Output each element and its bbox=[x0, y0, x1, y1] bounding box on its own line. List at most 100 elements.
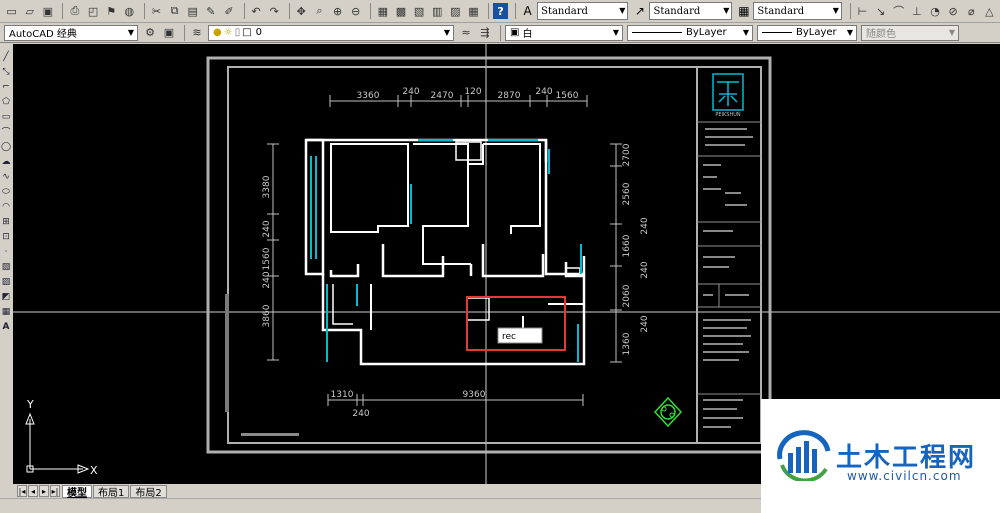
table-style-select[interactable]: Standard ▼ bbox=[753, 2, 842, 20]
multiline-text-icon[interactable]: A bbox=[0, 320, 12, 333]
sheet-set-icon[interactable]: ▥ bbox=[430, 3, 445, 19]
spline-icon[interactable]: ∿ bbox=[0, 170, 12, 183]
lineweight-select[interactable]: ByLayer ▼ bbox=[757, 24, 857, 41]
jogged-icon[interactable]: ⊘ bbox=[946, 3, 961, 19]
dim-text: 2700 bbox=[622, 143, 632, 166]
right-dimension-chain: 2700 2560 240 1660 240 2060 240 1360 bbox=[610, 143, 650, 363]
zoom-window-icon[interactable]: ⊕ bbox=[330, 3, 345, 19]
design-center-icon[interactable]: ▩ bbox=[393, 3, 408, 19]
paste-icon[interactable]: ▤ bbox=[185, 3, 200, 19]
help-icon[interactable]: ? bbox=[493, 3, 509, 19]
radius-icon[interactable]: ◔ bbox=[927, 3, 942, 19]
make-block-icon[interactable]: ⊡ bbox=[0, 230, 12, 243]
polyline-icon[interactable]: ⌐ bbox=[0, 80, 12, 93]
dim-text: 1310 bbox=[331, 390, 354, 400]
zoom-previous-icon[interactable]: ⊖ bbox=[348, 3, 363, 19]
chevron-down-icon: ▼ bbox=[948, 27, 955, 37]
arc-icon[interactable]: ⌒ bbox=[0, 125, 12, 138]
preview-icon[interactable]: ◰ bbox=[86, 3, 101, 19]
revision-cloud-icon[interactable]: ☁ bbox=[0, 155, 12, 168]
separator bbox=[243, 3, 245, 19]
pan-icon[interactable]: ✥ bbox=[294, 3, 309, 19]
match-properties-icon[interactable]: ✎ bbox=[203, 3, 218, 19]
tab-layout1[interactable]: 布局1 bbox=[93, 484, 130, 499]
calculator-icon[interactable]: ▦ bbox=[466, 3, 481, 19]
tab-layout2[interactable]: 布局2 bbox=[130, 484, 167, 499]
linetype-select[interactable]: ByLayer ▼ bbox=[627, 24, 753, 41]
dim-text: 240 bbox=[352, 409, 369, 419]
layer-select[interactable]: ● ☼ ▯ □ 0 ▼ bbox=[208, 24, 454, 41]
cut-icon[interactable]: ✂ bbox=[149, 3, 164, 19]
save-icon[interactable]: ▣ bbox=[40, 3, 55, 19]
first-tab-button[interactable]: |◂ bbox=[17, 485, 27, 497]
watermark-url: www.civilcn.com bbox=[847, 469, 962, 483]
workspace-save-icon[interactable]: ▣ bbox=[161, 25, 177, 41]
angular-icon[interactable]: △ bbox=[982, 3, 997, 19]
separator bbox=[288, 3, 290, 19]
circle-icon[interactable]: ◯ bbox=[0, 140, 12, 153]
open-file-icon[interactable]: ▱ bbox=[22, 3, 37, 19]
text-style-select[interactable]: Standard ▼ bbox=[537, 2, 629, 20]
gradient-icon[interactable]: ▨ bbox=[0, 275, 12, 288]
polygon-icon[interactable]: ⬠ bbox=[0, 95, 12, 108]
dim-style-icon[interactable]: ↗ bbox=[632, 3, 647, 19]
text-style-icon[interactable]: A bbox=[520, 3, 535, 19]
tab-model[interactable]: 模型 bbox=[62, 484, 92, 499]
point-icon[interactable]: · bbox=[0, 245, 12, 258]
layer-manager-icon[interactable]: ≋ bbox=[189, 25, 205, 41]
dim-text: 1360 bbox=[622, 332, 632, 355]
last-tab-button[interactable]: ▸| bbox=[50, 485, 60, 497]
web-icon[interactable]: ◍ bbox=[122, 3, 137, 19]
table-icon[interactable]: ▦ bbox=[0, 305, 12, 318]
zoom-realtime-icon[interactable]: ⌕ bbox=[312, 3, 327, 19]
dim-text: 240 bbox=[262, 220, 272, 237]
hatch-icon[interactable]: ▧ bbox=[0, 260, 12, 273]
undo-icon[interactable]: ↶ bbox=[249, 3, 264, 19]
block-editor-icon[interactable]: ✐ bbox=[221, 3, 236, 19]
dimension-style-select[interactable]: Standard ▼ bbox=[649, 2, 733, 20]
color-select[interactable]: ▣ 白 ▼ bbox=[505, 24, 623, 41]
markup-icon[interactable]: ▨ bbox=[448, 3, 463, 19]
tb-text bbox=[725, 294, 749, 296]
ellipse-arc-icon[interactable]: ◠ bbox=[0, 200, 12, 213]
tb-text bbox=[703, 359, 739, 361]
print-icon[interactable]: ⎙ bbox=[67, 3, 82, 19]
title-block-brand: PEIKSHUN bbox=[715, 112, 741, 118]
redo-icon[interactable]: ↷ bbox=[267, 3, 282, 19]
chevron-down-icon: ▼ bbox=[742, 27, 749, 37]
next-tab-button[interactable]: ▸ bbox=[39, 485, 49, 497]
construction-line-icon[interactable]: ⤡ bbox=[0, 65, 12, 78]
table-style-icon[interactable]: ▦ bbox=[736, 3, 751, 19]
dim-text: 9360 bbox=[463, 390, 486, 400]
dim-text: 240 bbox=[262, 271, 272, 288]
linear-dim-icon[interactable]: ⊢ bbox=[855, 3, 870, 19]
aligned-dim-icon[interactable]: ↘ bbox=[873, 3, 888, 19]
insert-block-icon[interactable]: ⊞ bbox=[0, 215, 12, 228]
workspace-settings-icon[interactable]: ⚙ bbox=[142, 25, 158, 41]
rectangle-icon[interactable]: ▭ bbox=[0, 110, 12, 123]
lock-icon: ▯ bbox=[234, 27, 241, 38]
tb-text bbox=[703, 417, 743, 419]
tool-palettes-icon[interactable]: ▧ bbox=[412, 3, 427, 19]
line-icon[interactable]: ╱ bbox=[0, 50, 12, 63]
layer-previous-icon[interactable]: ⇶ bbox=[477, 25, 493, 41]
region-icon[interactable]: ◩ bbox=[0, 290, 12, 303]
workspace-select[interactable]: AutoCAD 经典 ▼ bbox=[4, 24, 138, 41]
prev-tab-button[interactable]: ◂ bbox=[28, 485, 38, 497]
chevron-down-icon: ▼ bbox=[619, 6, 626, 15]
ucs-y-label: Y bbox=[26, 398, 34, 411]
separator bbox=[62, 3, 64, 19]
new-file-icon[interactable]: ▭ bbox=[4, 3, 19, 19]
ellipse-icon[interactable]: ⬭ bbox=[0, 185, 12, 198]
publish-icon[interactable]: ⚑ bbox=[104, 3, 119, 19]
ucs-icon bbox=[25, 412, 90, 474]
arc-length-icon[interactable]: ⌒ bbox=[891, 3, 906, 19]
copy-icon[interactable]: ⧉ bbox=[167, 3, 182, 19]
make-current-layer-icon[interactable]: ≈ bbox=[458, 25, 474, 41]
dim-text: 2870 bbox=[498, 91, 521, 101]
civilcn-logo-icon bbox=[777, 430, 831, 481]
ordinate-icon[interactable]: ⊥ bbox=[909, 3, 924, 19]
properties-icon[interactable]: ▦ bbox=[375, 3, 390, 19]
separator bbox=[515, 3, 517, 19]
diameter-icon[interactable]: ⌀ bbox=[964, 3, 979, 19]
